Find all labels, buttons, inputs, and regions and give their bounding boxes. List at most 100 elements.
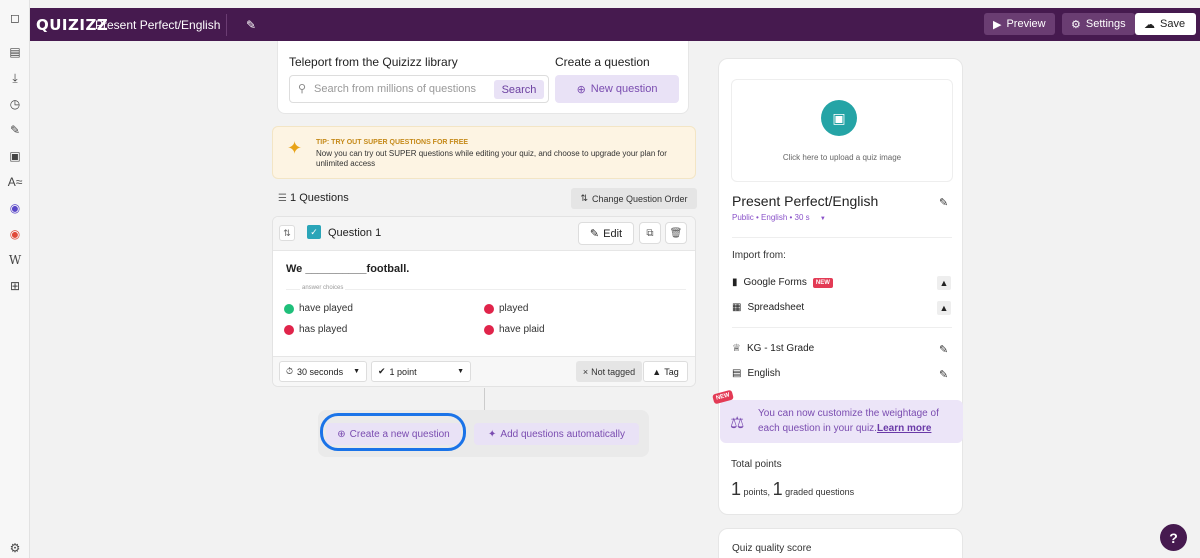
edit-title-pencil-icon[interactable]: ✎	[226, 14, 260, 36]
edit-subject-pencil-icon[interactable]: ✎	[939, 368, 948, 381]
tag-label: Tag	[664, 366, 679, 377]
image-upload-area[interactable]: ▣ Click here to upload a quiz image	[731, 79, 953, 182]
quality-score-card: Quiz quality score	[718, 528, 963, 558]
choice-text: have plaid	[499, 324, 545, 335]
translate-icon[interactable]: A≈	[7, 174, 23, 190]
reading-view-icon[interactable]: ▤	[7, 44, 23, 60]
correct-dot-icon	[284, 303, 294, 314]
answer-divider	[286, 289, 686, 290]
teleport-heading: Teleport from the Quizizz library	[289, 55, 458, 69]
choice-text: have played	[299, 303, 353, 314]
weightage-card: ⚖ You can now customize the weightage of…	[720, 400, 963, 443]
total-points-value: 1 points, 1 graded questions	[731, 479, 854, 500]
upload-icon[interactable]: ▲	[937, 276, 951, 290]
change-order-button[interactable]: ⇅ Change Question Order	[571, 188, 697, 209]
question-card: ⇅ ✓ Question 1 ✎ Edit ⧉ 🗑 We __________f…	[272, 216, 696, 387]
edit-note-icon[interactable]: ✎	[7, 122, 23, 138]
highlight-annotation	[320, 413, 466, 451]
tag-icon: ▲	[652, 366, 662, 377]
edit-pencil-icon[interactable]: ✎	[939, 196, 948, 209]
list-icon: ☰	[278, 193, 287, 204]
preview-button[interactable]: ▶ Preview	[984, 13, 1055, 35]
import-google-forms[interactable]: ▮ Google Forms NEW	[732, 277, 833, 288]
search-input-placeholder[interactable]: Search from millions of questions	[314, 83, 476, 95]
subject-row: ▤ English	[732, 368, 780, 379]
chevron-down-icon: ▼	[457, 368, 464, 375]
mastodon-icon[interactable]: ◉	[7, 200, 23, 216]
answer-choice: have played	[284, 303, 353, 314]
total-points-label: Total points	[731, 459, 782, 470]
pencil-icon: ✎	[589, 228, 600, 240]
points-word: points,	[743, 487, 771, 497]
upload-text: Click here to upload a quiz image	[782, 153, 902, 162]
settings-gear-icon[interactable]: ⚙	[7, 540, 23, 556]
meta-text: Public • English • 30 s	[732, 213, 810, 222]
edit-grade-pencil-icon[interactable]: ✎	[939, 343, 948, 356]
tip-banner: ✦ TIP: TRY OUT SUPER QUESTIONS FOR FREE …	[272, 126, 696, 179]
quality-label: Quiz quality score	[732, 543, 812, 554]
settings-label: Settings	[1085, 18, 1126, 30]
question-header: ⇅ ✓ Question 1 ✎ Edit ⧉ 🗑	[273, 217, 695, 251]
edit-label: Edit	[603, 227, 623, 240]
choice-text: played	[499, 303, 529, 314]
graduation-cap-icon: ♕	[732, 343, 741, 354]
graded-number: 1	[772, 479, 783, 499]
history-icon[interactable]: ◷	[7, 96, 23, 112]
new-question-button[interactable]: ⊕ New question	[555, 75, 679, 103]
drag-handle-icon[interactable]: ⇅	[279, 225, 295, 241]
spreadsheet-label: Spreadsheet	[747, 302, 805, 313]
tag-button[interactable]: ▲ Tag	[643, 361, 688, 382]
save-button[interactable]: ☁ Save	[1135, 13, 1196, 35]
bookmark-icon[interactable]: ◻	[7, 10, 23, 26]
add-questions-automatically-button[interactable]: ✦ Add questions automatically	[474, 423, 639, 445]
edit-question-button[interactable]: ✎ Edit	[578, 222, 634, 245]
time-value: 30 seconds	[297, 366, 344, 377]
question-text: We __________football.	[286, 263, 410, 275]
time-select[interactable]: ⏱ 30 seconds ▼	[279, 361, 367, 382]
incorrect-dot-icon	[284, 324, 294, 335]
connector-line	[484, 388, 485, 410]
tip-body: Now you can try out SUPER questions whil…	[316, 149, 667, 168]
grade-label: KG - 1st Grade	[746, 343, 815, 354]
chevron-down-icon: ▼	[819, 216, 826, 222]
import-spreadsheet[interactable]: ▦ Spreadsheet	[732, 302, 804, 313]
library-search-field[interactable]: ⚲ Search from millions of questions Sear…	[289, 75, 549, 103]
answer-choice: played	[484, 303, 528, 314]
preview-label: Preview	[1006, 18, 1046, 30]
magic-wand-icon: ✦	[488, 428, 497, 440]
add-auto-label: Add questions automatically	[500, 428, 625, 440]
x-icon: ×	[582, 366, 589, 377]
graded-word: graded questions	[785, 487, 855, 497]
wikipedia-icon[interactable]: W	[7, 252, 23, 268]
vivaldi-icon[interactable]: ◉	[7, 226, 23, 242]
lightbulb-icon: ✦	[287, 138, 303, 158]
add-panel-icon[interactable]: ⊞	[7, 278, 23, 294]
points-select[interactable]: ✔ 1 point ▼	[371, 361, 471, 382]
google-forms-label: Google Forms	[743, 277, 807, 288]
delete-icon[interactable]: 🗑	[665, 222, 687, 244]
duplicate-icon[interactable]: ⧉	[639, 222, 661, 244]
help-button[interactable]: ?	[1160, 524, 1187, 551]
teleport-card: Teleport from the Quizizz library ⚲ Sear…	[277, 41, 689, 114]
wallet-icon[interactable]: ▣	[7, 148, 23, 164]
learn-more-link[interactable]: Learn more	[877, 423, 931, 434]
quiz-meta[interactable]: Public • English • 30 s ▼	[732, 213, 826, 222]
incorrect-dot-icon	[484, 303, 494, 314]
chevron-down-icon: ▼	[353, 368, 360, 375]
quiz-title: Present Perfect/English	[95, 18, 221, 32]
image-icon: ▣	[821, 100, 857, 136]
book-icon: ▤	[732, 368, 742, 379]
sort-icon: ⇅	[580, 193, 588, 203]
quiz-details-panel: ▣ Click here to upload a quiz image Pres…	[718, 58, 963, 515]
download-icon[interactable]: ⤓	[7, 70, 23, 86]
new-badge: NEW	[812, 277, 833, 288]
upload-icon[interactable]: ▲	[937, 301, 951, 315]
not-tagged-badge: × Not tagged	[576, 361, 642, 382]
settings-button[interactable]: ⚙ Settings	[1062, 13, 1135, 35]
check-circle-icon: ✔	[378, 366, 386, 376]
new-question-label: New question	[590, 83, 658, 95]
scale-icon: ⚖	[730, 415, 745, 432]
question-footer: ⏱ 30 seconds ▼ ✔ 1 point ▼ × Not tagged …	[273, 356, 695, 386]
grade-row: ♕ KG - 1st Grade	[732, 343, 814, 354]
search-button[interactable]: Search	[494, 80, 544, 99]
